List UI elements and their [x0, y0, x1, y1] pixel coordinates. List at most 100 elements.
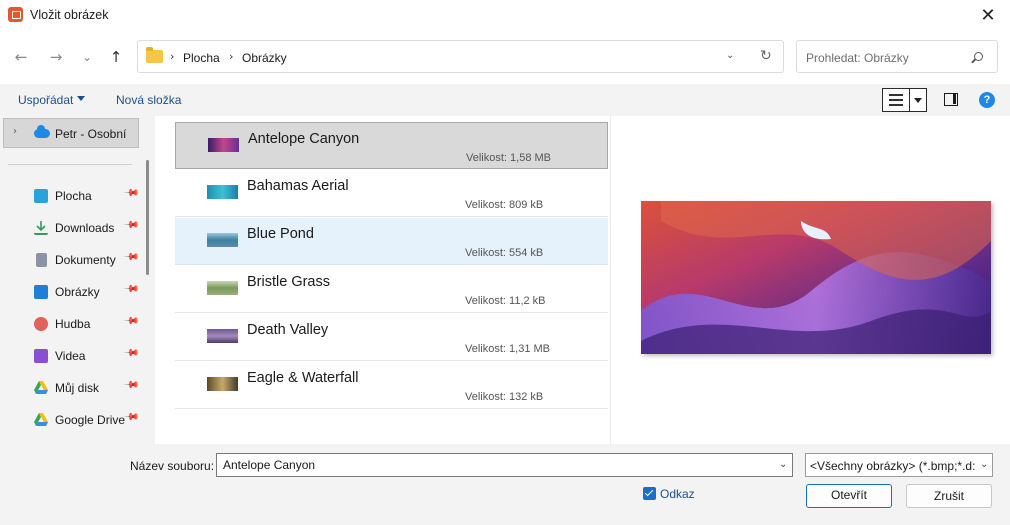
pin-icon: 📌: [122, 409, 140, 426]
organize-button[interactable]: Uspořádat: [18, 93, 73, 107]
file-name: Eagle & Waterfall: [247, 370, 359, 386]
file-item-bahamas-aerial[interactable]: Bahamas Aerial Velikost: 809 kB: [175, 170, 608, 217]
sidebar-item-label: Videa: [55, 349, 86, 363]
sidebar-item-plocha[interactable]: Plocha 📌: [0, 182, 145, 210]
refresh-icon[interactable]: ↻: [760, 48, 772, 64]
chevron-right-icon[interactable]: ›: [13, 126, 17, 137]
sidebar-item-google-drive[interactable]: Google Drive 📌: [0, 406, 145, 434]
file-item-bristle-grass[interactable]: Bristle Grass Velikost: 11,2 kB: [175, 266, 608, 313]
file-item-eagle-waterfall[interactable]: Eagle & Waterfall Velikost: 132 kB: [175, 362, 608, 409]
file-name: Bristle Grass: [247, 274, 330, 290]
sidebar-item-onedrive[interactable]: › Petr - Osobní: [3, 118, 139, 148]
file-name: Antelope Canyon: [248, 131, 360, 147]
preview-pane-icon[interactable]: [944, 93, 958, 106]
powerpoint-icon: [8, 7, 23, 22]
onedrive-icon: [34, 125, 50, 138]
open-button[interactable]: Otevřít: [806, 484, 892, 508]
new-folder-button[interactable]: Nová složka: [116, 93, 181, 107]
pin-icon: 📌: [122, 345, 140, 362]
title-bar: Vložit obrázek ✕: [0, 0, 1010, 30]
close-button[interactable]: ✕: [966, 0, 1010, 30]
desktop-icon: [34, 189, 48, 203]
image-thumbnail: [207, 377, 238, 391]
recent-locations-button[interactable]: ⌄: [77, 47, 97, 67]
file-size: Velikost: 132 kB: [465, 391, 544, 403]
sidebar-item-dokumenty[interactable]: Dokumenty 📌: [0, 246, 145, 274]
pin-icon: 📌: [122, 217, 140, 234]
chevron-right-icon: ›: [229, 50, 234, 63]
chevron-down-icon[interactable]: ⌄: [980, 459, 989, 470]
folder-icon: [146, 47, 163, 63]
pin-icon: 📌: [122, 377, 140, 394]
filename-input[interactable]: [216, 453, 793, 477]
footer: Název souboru: ⌄ <Všechny obrázky> (*.bm…: [0, 444, 1010, 525]
image-thumbnail: [207, 233, 238, 247]
file-size: Velikost: 1,58 MB: [466, 152, 551, 164]
sidebar-item-hudba[interactable]: Hudba 📌: [0, 310, 145, 338]
chevron-down-icon[interactable]: ⌄: [779, 459, 787, 470]
help-icon[interactable]: ?: [979, 92, 995, 108]
file-item-blue-pond[interactable]: Blue Pond Velikost: 554 kB: [175, 218, 608, 265]
preview-pane: [610, 116, 1010, 444]
sidebar-item-label: Google Drive: [55, 413, 126, 427]
back-button[interactable]: ←: [11, 47, 31, 67]
filename-label: Název souboru:: [130, 459, 215, 473]
navigation-pane: › Petr - Osobní Plocha 📌 Downloads 📌 Dok…: [0, 116, 155, 444]
download-icon: [34, 221, 48, 235]
image-preview: [641, 201, 991, 354]
file-size: Velikost: 1,31 MB: [465, 343, 550, 355]
documents-icon: [36, 253, 47, 267]
breadcrumb-obrazky[interactable]: Obrázky: [242, 51, 287, 65]
link-checkbox-label[interactable]: Odkaz: [660, 487, 695, 501]
link-checkbox[interactable]: [643, 487, 656, 500]
music-icon: [34, 317, 48, 331]
pin-icon: 📌: [122, 281, 140, 298]
videos-icon: [34, 349, 48, 363]
file-item-death-valley[interactable]: Death Valley Velikost: 1,31 MB: [175, 314, 608, 361]
image-thumbnail: [207, 281, 238, 295]
google-drive-icon: [34, 413, 48, 427]
sidebar-item-muj-disk[interactable]: Můj disk 📌: [0, 374, 145, 402]
sidebar-item-label: Petr - Osobní: [55, 127, 127, 141]
sidebar-item-label: Plocha: [55, 189, 92, 203]
chevron-down-icon[interactable]: [77, 96, 85, 101]
pin-icon: 📌: [122, 249, 140, 266]
file-list: Antelope Canyon Velikost: 1,58 MB Bahama…: [155, 116, 610, 444]
sidebar-item-videa[interactable]: Videa 📌: [0, 342, 145, 370]
sidebar-item-label: Můj disk: [55, 381, 100, 395]
file-size: Velikost: 809 kB: [465, 199, 544, 211]
file-name: Blue Pond: [247, 226, 314, 242]
window-title: Vložit obrázek: [30, 8, 109, 22]
cancel-button[interactable]: Zrušit: [906, 484, 992, 508]
google-drive-icon: [34, 381, 48, 395]
image-thumbnail: [208, 138, 239, 152]
sidebar-item-obrazky[interactable]: Obrázky 📌: [0, 278, 145, 306]
sidebar-scrollbar[interactable]: [146, 160, 149, 275]
address-bar[interactable]: › Plocha › Obrázky ⌄ ↻: [137, 40, 784, 73]
file-size: Velikost: 11,2 kB: [465, 295, 546, 307]
chevron-down-icon[interactable]: ⌄: [726, 50, 734, 61]
up-button[interactable]: ↑: [106, 47, 126, 67]
pin-icon: 📌: [122, 313, 140, 330]
view-options-button[interactable]: [882, 88, 927, 112]
search-icon[interactable]: [974, 52, 983, 61]
search-placeholder: Prohledat: Obrázky: [806, 51, 909, 65]
chevron-down-icon[interactable]: [914, 98, 922, 103]
pin-icon: 📌: [122, 185, 140, 202]
search-input[interactable]: Prohledat: Obrázky: [796, 40, 998, 73]
file-type-select[interactable]: <Všechny obrázky> (*.bmp;*.d:: [805, 453, 993, 477]
sidebar-item-label: Obrázky: [55, 285, 100, 299]
file-name: Bahamas Aerial: [247, 178, 349, 194]
file-size: Velikost: 554 kB: [465, 247, 544, 259]
image-thumbnail: [207, 329, 238, 343]
file-name: Death Valley: [247, 322, 329, 338]
sidebar-item-label: Downloads: [55, 221, 115, 235]
forward-button[interactable]: →: [46, 47, 66, 67]
pictures-icon: [34, 285, 48, 299]
navigation-bar: ← → ⌄ ↑ › Plocha › Obrázky ⌄ ↻ Prohledat…: [0, 30, 1010, 84]
sidebar-item-downloads[interactable]: Downloads 📌: [0, 214, 145, 242]
breadcrumb-plocha[interactable]: Plocha: [183, 51, 220, 65]
chevron-right-icon: ›: [170, 50, 175, 63]
sidebar-item-label: Dokumenty: [55, 253, 116, 267]
file-item-antelope-canyon[interactable]: Antelope Canyon Velikost: 1,58 MB: [175, 122, 608, 169]
